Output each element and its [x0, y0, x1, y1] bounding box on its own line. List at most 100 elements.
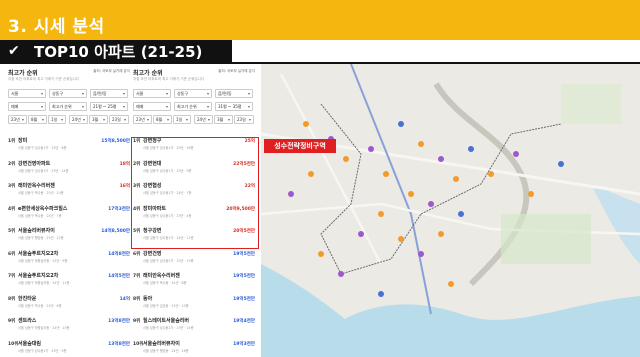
chevron-down-icon: ▾: [206, 91, 209, 96]
chevron-down-icon: ▾: [102, 117, 105, 122]
dong-select[interactable]: 읍/면/동 ▾: [215, 89, 253, 98]
to-month-select[interactable]: 3월 ▾: [214, 115, 233, 124]
apartment-detail: 서울 성동구 옥수동 · 24년 · 7층: [18, 213, 62, 218]
chevron-down-icon: ▾: [165, 104, 168, 109]
chevron-down-icon: ▾: [40, 91, 43, 96]
apartment-detail: 서울 성동구 하왕십리동 · 24년 · 11층: [18, 281, 70, 285]
district-select[interactable]: 성동구 ▾: [174, 89, 212, 98]
to-year-select[interactable]: 24년 ▾: [194, 115, 213, 124]
rank-row[interactable]: 5위 서울숲리버뷰자이 서울 성동구 행당동 · 23년 · 12층 14억8,…: [8, 226, 130, 248]
panel-title: 최고가 순위: [133, 70, 163, 77]
rank-number: 3위: [8, 184, 16, 189]
rank-number: 8위: [8, 296, 16, 302]
size-select[interactable]: 21평 ~ 25평 ▾: [90, 102, 128, 111]
check-icon: ✔: [8, 43, 20, 59]
from-month-select[interactable]: 8월 ▾: [153, 115, 172, 124]
rank-number: 8위: [133, 296, 141, 302]
rank-row[interactable]: 4위 e편한세상옥수파크힐스 서울 성동구 옥수동 · 24년 · 7층 17억…: [8, 204, 130, 226]
rank-number: 2위: [8, 161, 16, 167]
apartment-name: 래미안옥수리버젠: [18, 183, 55, 189]
rank-row[interactable]: 10위 서울숲대림 서울 성동구 성수동2가 · 23년 · 5층 13억8천만: [8, 339, 130, 357]
subtitle-bar: ✔ TOP10 아파트 (21-25): [0, 40, 232, 62]
rank-row[interactable]: 8위 동아 서울 성동구 금호동 · 23년 · 10층 19억5천만: [133, 294, 255, 316]
chevron-down-icon: ▾: [206, 104, 209, 109]
chevron-down-icon: ▾: [146, 117, 149, 122]
panel-title: 최고가 순위: [8, 70, 38, 77]
district-select[interactable]: 성동구 ▾: [49, 89, 87, 98]
rank-row[interactable]: 6위 강변건영 서울 성동구 성수동2가 · 23년 · 13층 19억5천만: [133, 249, 255, 271]
apartment-name: 장미: [18, 138, 28, 144]
apartment-detail: 서울 성동구 하왕십리동 · 23년 · 9층: [18, 258, 68, 263]
highlight-top5-box: [131, 137, 259, 249]
panel-description: 지정 조건 아파트의 최고 거래가 기준 순위입니다: [8, 77, 80, 81]
apartment-name: 래미안옥수리버젠: [143, 273, 180, 279]
to-day-select[interactable]: 23일 ▾: [234, 115, 254, 124]
apartment-detail: 서울 성동구 하왕십리동 · 24년 · 15층: [18, 326, 70, 330]
top-price: 14억8천만: [108, 251, 130, 257]
rank-row[interactable]: 3위 래미안옥수리버젠 서울 성동구 옥수동 · 23년 · 10층 16억: [8, 181, 130, 203]
rank-number: 7위: [133, 274, 141, 279]
chevron-down-icon: ▾: [122, 104, 125, 109]
sort-select[interactable]: 최고가 순위 ▾: [174, 102, 212, 111]
from-month-select[interactable]: 8월 ▾: [28, 115, 47, 124]
rank-row[interactable]: 7위 서울숲푸르지오2차 서울 성동구 하왕십리동 · 24년 · 11층 14…: [8, 271, 130, 293]
apartment-detail: 서울 성동구 옥수동 · 23년 · 10층: [18, 191, 64, 195]
region-select[interactable]: 서울 ▾: [8, 89, 46, 98]
region-select[interactable]: 서울 ▾: [133, 89, 171, 98]
chevron-down-icon: ▾: [82, 117, 85, 122]
rank-row[interactable]: 9위 센트라스 서울 성동구 하왕십리동 · 24년 · 15층 13억8천만: [8, 316, 130, 338]
rank-number: 6위: [8, 251, 16, 257]
apartment-detail: 서울 성동구 행당동 · 23년 · 12층: [18, 236, 64, 240]
rank-number: 6위: [133, 251, 141, 257]
apartment-name: 서울숲리버뷰자이: [143, 340, 180, 347]
from-year-select[interactable]: 23년 ▾: [8, 115, 27, 124]
apartment-detail: 서울 성동구 옥수동 · 24년 · 8층: [143, 281, 187, 285]
chevron-down-icon: ▾: [185, 117, 188, 122]
trade-type-select[interactable]: 매매 ▾: [133, 102, 171, 111]
panel-description: 지정 조건 아파트의 최고 거래가 기준 순위입니다: [133, 77, 205, 81]
rank-row[interactable]: 9위 힐스테이트서울숲리버 서울 성동구 성수동2가 · 23년 · 14층 1…: [133, 316, 255, 338]
subtitle-text: TOP10 아파트 (21-25): [34, 43, 203, 61]
to-year-select[interactable]: 24년 ▾: [69, 115, 88, 124]
apartment-name: e편한세상옥수파크힐스: [18, 205, 68, 212]
rank-row[interactable]: 2위 강변건영아파트 서울 성동구 성수동2가 · 23년 · 14층 18억: [8, 159, 130, 181]
rank-number: 5위: [8, 229, 16, 234]
chevron-down-icon: ▾: [60, 117, 63, 122]
sort-select[interactable]: 최고가 순위 ▾: [49, 102, 87, 111]
top-price: 15억8,500만: [101, 139, 130, 144]
from-year-select[interactable]: 23년 ▾: [133, 115, 152, 124]
section-title: 3. 시세 분석: [8, 17, 105, 37]
top-price: 14억: [119, 296, 130, 302]
to-month-select[interactable]: 3월 ▾: [89, 115, 108, 124]
rank-row[interactable]: 10위 서울숲리버뷰자이 서울 성동구 행당동 · 24년 · 18층 19억3…: [133, 339, 255, 357]
top-price: 19억5천만: [233, 296, 255, 302]
rank-row[interactable]: 6위 서울숲푸르지오2차 서울 성동구 하왕십리동 · 23년 · 9층 14억…: [8, 249, 130, 271]
apartment-detail: 서울 성동구 성수동2가 · 23년 · 14층: [18, 168, 69, 173]
rank-number: 1위: [8, 139, 16, 144]
size-select[interactable]: 31평 ~ 35평 ▾: [215, 102, 253, 111]
chevron-down-icon: ▾: [165, 91, 168, 96]
top-price: 19억5천만: [233, 274, 255, 279]
trade-type-select[interactable]: 매매 ▾: [8, 102, 46, 111]
chevron-down-icon: ▾: [227, 117, 230, 122]
panel-source-note: 출처: 국토부 실거래 분석: [218, 69, 255, 73]
redevelopment-zone-label: 성수전략정비구역: [264, 139, 336, 153]
map-view[interactable]: [261, 64, 640, 357]
rank-row[interactable]: 7위 래미안옥수리버젠 서울 성동구 옥수동 · 24년 · 8층 19억5천만: [133, 271, 255, 293]
from-day-select[interactable]: 1일 ▾: [173, 115, 191, 124]
rank-number: 7위: [8, 274, 16, 279]
dong-select[interactable]: 읍/면/동 ▾: [90, 89, 128, 98]
apartment-detail: 서울 성동구 성수동1가 · 23년 · 8층: [18, 146, 67, 150]
to-day-select[interactable]: 23일 ▾: [109, 115, 129, 124]
apartment-detail: 서울 성동구 성수동2가 · 23년 · 5층: [18, 348, 67, 353]
top-price: 19억4천만: [233, 319, 255, 324]
top-price: 19억5천만: [233, 251, 255, 257]
top-price: 18억: [119, 161, 130, 167]
apartment-detail: 서울 성동구 성수동2가 · 23년 · 14층: [143, 326, 194, 330]
chevron-down-icon: ▾: [166, 117, 169, 122]
from-day-select[interactable]: 1일 ▾: [48, 115, 66, 124]
rank-row[interactable]: 8위 한진타운 서울 성동구 옥수동 · 23년 · 6층 14억: [8, 294, 130, 316]
apartment-detail: 서울 성동구 금호동 · 23년 · 10층: [143, 303, 189, 308]
chevron-down-icon: ▾: [247, 104, 250, 109]
rank-row[interactable]: 1위 장미 서울 성동구 성수동1가 · 23년 · 8층 15억8,500만: [8, 136, 130, 158]
